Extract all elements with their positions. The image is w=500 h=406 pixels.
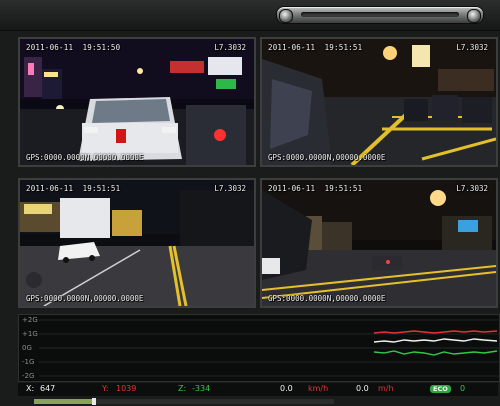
gps-readout: GPS:0000.0000N,00000.0000E <box>26 294 144 303</box>
g-axis-label: 0G <box>22 344 32 352</box>
screw-icon <box>279 9 293 23</box>
g-sensor-graph: +2G +1G 0G -1G -2G <box>18 314 500 382</box>
eco-badge: ECO <box>430 385 451 393</box>
timestamp: 2011-06-11 19:51:50 <box>26 43 121 52</box>
timestamp: 2011-06-11 19:51:51 <box>268 184 363 193</box>
camera-view-1[interactable]: 2011-06-11 19:51:50 L7.3032 GPS:0000.000… <box>18 37 256 167</box>
drag-handle[interactable] <box>276 6 484 24</box>
gps-readout: GPS:0000.0000N,00000.0000E <box>268 294 386 303</box>
x-value: 647 <box>40 384 56 393</box>
camera-view-4[interactable]: 2011-06-11 19:51:51 L7.3032 GPS:0000.000… <box>260 178 498 308</box>
camera-id: L7.3032 <box>214 184 246 193</box>
eco-value: 0 <box>460 384 466 393</box>
camera-id: L7.3032 <box>214 43 246 52</box>
camera-view-2[interactable]: 2011-06-11 19:51:51 L7.3032 GPS:0000.000… <box>260 37 498 167</box>
gps-readout: GPS:0000.0000N,00000.0000E <box>26 153 144 162</box>
g-axis-label: -2G <box>22 372 35 380</box>
handle-slot <box>301 12 459 17</box>
camera-view-3[interactable]: 2011-06-11 19:51:51 L7.3032 GPS:0000.000… <box>18 178 256 308</box>
z-value: -334 <box>192 384 211 393</box>
progress-knob[interactable] <box>92 398 96 405</box>
timestamp: 2011-06-11 19:51:51 <box>268 43 363 52</box>
speed-kmh-value: 0.0 <box>280 384 293 393</box>
g-trace-y <box>373 330 498 334</box>
status-bar: X: 647 Y: 1039 Z: -334 0.0 km/h 0.0 m/h … <box>18 383 498 396</box>
title-bar <box>0 0 500 31</box>
z-label: Z: <box>178 384 187 393</box>
g-sensor-plot <box>39 319 499 377</box>
g-trace-x <box>373 338 498 343</box>
speed-kmh-unit: km/h <box>308 384 329 393</box>
camera-id: L7.3032 <box>456 43 488 52</box>
speed-mh-unit: m/h <box>378 384 394 393</box>
speed-mh-value: 0.0 <box>356 384 369 393</box>
g-axis-label: +1G <box>22 330 38 338</box>
timestamp: 2011-06-11 19:51:51 <box>26 184 121 193</box>
gps-readout: GPS:0000.0000N,00000.0000E <box>268 153 386 162</box>
g-axis-label: +2G <box>22 316 38 324</box>
g-axis-label: -1G <box>22 358 35 366</box>
screw-icon <box>467 9 481 23</box>
playback-progress-bar[interactable] <box>34 398 334 405</box>
camera-id: L7.3032 <box>456 184 488 193</box>
progress-fill <box>34 399 94 404</box>
y-label: Y: <box>102 384 109 393</box>
x-label: X: <box>26 384 35 393</box>
y-value: 1039 <box>116 384 137 393</box>
g-trace-z <box>373 350 498 356</box>
